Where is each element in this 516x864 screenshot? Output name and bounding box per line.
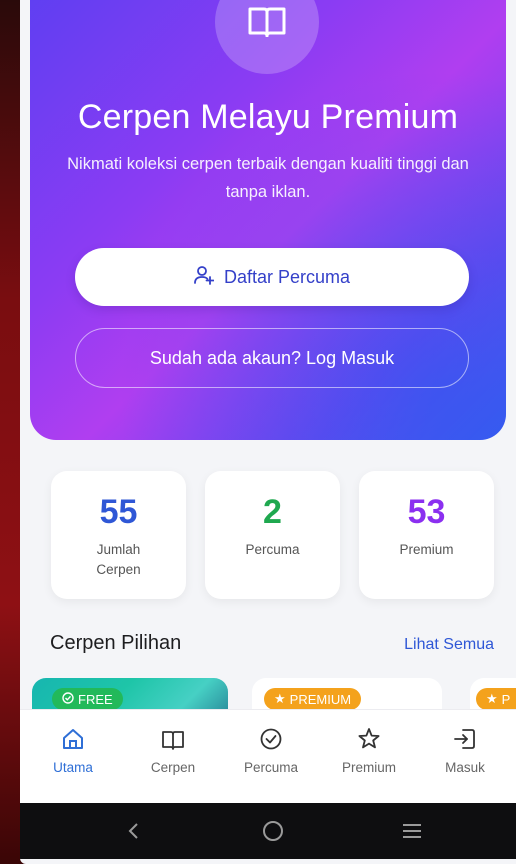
- nav-label-cerpen: Cerpen: [150, 760, 196, 775]
- star-icon: ★: [274, 691, 286, 706]
- recents-icon[interactable]: [400, 819, 424, 843]
- stat-value-premium: 53: [407, 493, 446, 531]
- home-circle-icon[interactable]: [261, 819, 285, 843]
- nav-item-masuk[interactable]: Masuk: [420, 726, 510, 775]
- register-button-label: Daftar Percuma: [223, 266, 351, 287]
- system-navigation-bar: [20, 803, 516, 859]
- stat-value-total: 55: [99, 493, 138, 531]
- free-badge-label: FREE: [78, 691, 113, 707]
- stat-label-total: Jumlah Cerpen: [96, 542, 141, 577]
- stat-card-total: 55 Jumlah Cerpen: [51, 471, 186, 599]
- hero-banner: Cerpen Melayu Premium Nikmati koleksi ce…: [30, 0, 506, 440]
- stat-value-free: 2: [263, 493, 282, 531]
- bottom-navigation: Utama Cerpen Percuma Premium Masuk: [20, 709, 516, 803]
- stat-card-premium: 53 Premium: [359, 471, 494, 599]
- back-icon[interactable]: [122, 819, 146, 843]
- register-button[interactable]: Daftar Percuma: [75, 248, 469, 306]
- hero-subtitle: Nikmati koleksi cerpen terbaik dengan ku…: [67, 155, 469, 201]
- login-icon: [420, 726, 510, 752]
- nav-label-percuma: Percuma: [243, 760, 299, 775]
- nav-item-percuma[interactable]: Percuma: [226, 726, 316, 775]
- stat-label-free: Percuma: [245, 542, 300, 557]
- login-button-label: Sudah ada akaun? Log Masuk: [149, 347, 395, 368]
- stat-label-premium: Premium: [399, 542, 454, 557]
- featured-section-header: Cerpen Pilihan Lihat Semua: [50, 632, 496, 662]
- nav-item-premium[interactable]: Premium: [324, 726, 414, 775]
- home-icon: [28, 726, 118, 752]
- nav-label-masuk: Masuk: [445, 760, 485, 775]
- login-button[interactable]: Sudah ada akaun? Log Masuk: [75, 328, 469, 388]
- stat-card-free: 2 Percuma: [205, 471, 340, 599]
- user-plus-icon: [194, 265, 215, 290]
- book-icon: [128, 726, 218, 752]
- book-badge: [215, 0, 319, 74]
- section-title: Cerpen Pilihan: [50, 632, 182, 654]
- premium-badge-label: PREMIUM: [289, 691, 352, 707]
- free-badge: FREE: [52, 688, 123, 710]
- app-screen: Cerpen Melayu Premium Nikmati koleksi ce…: [20, 0, 516, 864]
- check-circle-icon: [226, 726, 316, 752]
- premium-badge: ★ PREMIUM: [264, 688, 362, 710]
- hero-title: Cerpen Melayu Premium: [77, 98, 459, 136]
- check-circle-icon: [62, 691, 74, 707]
- premium-badge: ★ P: [476, 688, 516, 710]
- star-icon: [324, 726, 414, 752]
- nav-item-cerpen[interactable]: Cerpen: [128, 726, 218, 775]
- nav-label-premium: Premium: [341, 760, 396, 775]
- star-icon: ★: [486, 691, 498, 706]
- see-all-link[interactable]: Lihat Semua: [404, 636, 494, 654]
- premium-badge-label: P: [501, 691, 511, 707]
- book-open-icon: [247, 3, 287, 42]
- nav-label-utama: Utama: [53, 760, 93, 775]
- stats-row: 55 Jumlah Cerpen 2 Percuma 53 Premium: [51, 471, 496, 601]
- nav-item-utama[interactable]: Utama: [28, 726, 118, 775]
